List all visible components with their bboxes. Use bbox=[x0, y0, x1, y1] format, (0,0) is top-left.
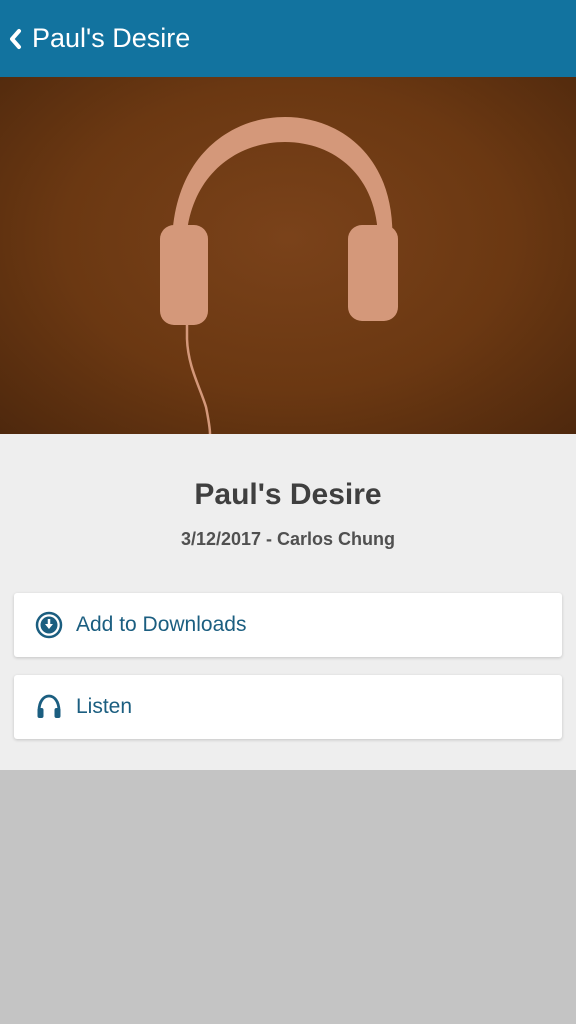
headphones-icon bbox=[34, 692, 64, 722]
sermon-artwork bbox=[0, 77, 576, 434]
download-circle-icon bbox=[34, 610, 64, 640]
headphones-icon bbox=[160, 117, 398, 434]
header-title: Paul's Desire bbox=[32, 23, 191, 53]
sermon-title: Paul's Desire bbox=[194, 478, 382, 511]
sermon-speaker: Carlos Chung bbox=[277, 529, 396, 549]
chevron-left-icon bbox=[10, 28, 21, 49]
empty-footer-area bbox=[0, 770, 576, 1024]
sermon-date: 3/12/2017 bbox=[180, 529, 262, 549]
sermon-details: Paul's Desire 3/12/2017 - Carlos Chung A… bbox=[0, 434, 576, 770]
add-to-downloads-button[interactable]: Add to Downloads bbox=[14, 593, 562, 657]
back-button[interactable] bbox=[0, 0, 30, 77]
meta-separator: - bbox=[261, 529, 278, 549]
app-header: Paul's Desire bbox=[0, 0, 576, 77]
sermon-meta: 3/12/2017 - Carlos Chung bbox=[0, 529, 576, 550]
listen-label: Listen bbox=[76, 695, 133, 718]
add-to-downloads-label: Add to Downloads bbox=[76, 613, 247, 636]
listen-button[interactable]: Listen bbox=[14, 675, 562, 739]
